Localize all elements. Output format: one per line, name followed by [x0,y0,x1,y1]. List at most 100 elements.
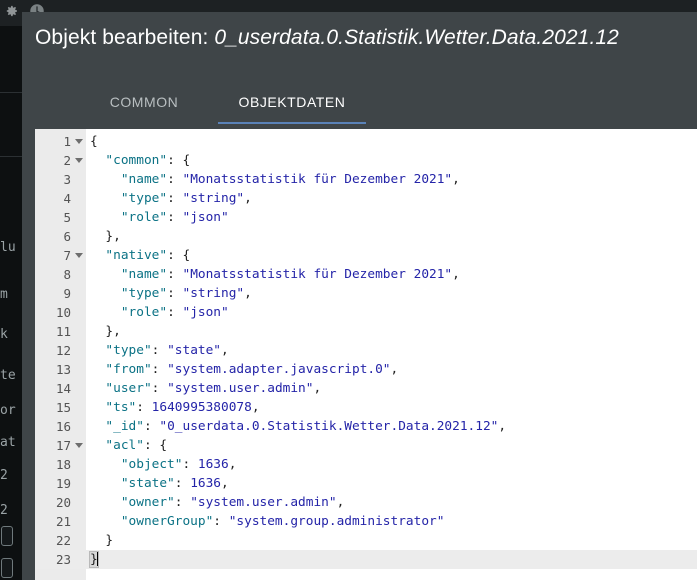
code-line[interactable]: "user": "system.user.admin", [86,379,697,398]
code-line[interactable]: } [86,550,697,569]
tab-objektdaten[interactable]: OBJEKTDATEN [218,84,366,124]
code-token-punct: : [167,267,183,282]
code-token-punct: : { [167,248,191,263]
code-line[interactable]: }, [86,322,697,341]
gutter-line-number: 15 [55,400,71,415]
code-token-str: "system.user.admin" [190,495,337,510]
gutter-line-number: 20 [55,495,71,510]
code-token-str: "Monatsstatistik für Dezember 2021" [182,172,453,187]
code-line[interactable]: "name": "Monatsstatistik für Dezember 20… [86,170,697,189]
bg-side-label: m [0,288,8,302]
code-token-punct: : [182,457,198,472]
code-line[interactable]: "ts": 1640995380078, [86,398,697,417]
code-token-str: "json" [182,305,229,320]
code-token-punct: : { [143,438,168,453]
code-line[interactable]: "owner": "system.user.admin", [86,493,697,512]
code-token-punct: : [167,286,183,301]
code-line[interactable]: "type": "string", [86,284,697,303]
json-code-editor[interactable]: 1 2 3 4 5 6 7 8 9 10 11 12 13 14 15 16 17 18 19 20 21 22 23 { … [35,129,697,580]
code-token-str: "json" [182,210,229,225]
code-line[interactable]: "from": "system.adapter.javascript.0", [86,360,697,379]
fold-triangle-icon[interactable] [75,139,83,144]
code-line[interactable]: "role": "json" [86,303,697,322]
code-token-punct: : [151,343,168,358]
gutter-line-number: 8 [63,267,71,282]
code-token-key: "ts" [105,400,137,415]
editor-code-area[interactable]: { "common": { "name": "Monatsstatistik f… [86,129,697,580]
code-token-key: "state" [120,476,175,491]
code-token-punct: }, [105,229,121,244]
code-token-punct: , [452,172,460,187]
code-token-key: "object" [120,457,183,472]
tab-underline [70,122,218,124]
code-token-str: "string" [182,191,245,206]
code-line[interactable]: "role": "json" [86,208,697,227]
gutter-line-number: 3 [63,172,71,187]
gutter-line-number: 21 [55,514,71,529]
code-token-num: 1636 [197,457,229,472]
code-line[interactable]: "acl": { [86,436,697,455]
text-caret [96,552,98,566]
code-token-punct: : [213,514,229,529]
editor-gutter[interactable]: 1 2 3 4 5 6 7 8 9 10 11 12 13 14 15 16 17 18 19 20 21 22 23 [35,129,86,580]
code-line[interactable]: "object": 1636, [86,455,697,474]
code-token-key: "owner" [120,495,175,510]
code-line[interactable]: "ownerGroup": "system.group.administrato… [86,512,697,531]
fold-triangle-icon[interactable] [75,253,83,258]
code-token-punct: , [228,457,237,472]
bg-side-label: lu [0,241,16,255]
bg-side-label: k [0,328,8,342]
tab-common[interactable]: COMMON [70,84,218,124]
code-token-punct: { [90,134,98,149]
gutter-line-number: 7 [35,246,86,265]
code-line[interactable]: "common": { [86,151,697,170]
code-token-punct: , [336,495,345,510]
edit-object-dialog: Objekt bearbeiten: 0_userdata.0.Statisti… [22,12,697,580]
bg-side-label: or [0,404,16,418]
code-line[interactable]: "native": { [86,246,697,265]
fold-triangle-icon[interactable] [75,443,83,448]
gutter-line-number: 9 [63,286,71,301]
code-token-punct: , [244,286,252,301]
tab-common-label: COMMON [109,94,179,110]
gear-icon [6,5,18,17]
code-token-key: "common" [105,153,168,168]
code-line[interactable]: }, [86,227,697,246]
gutter-line-number: 17 [35,436,86,455]
fold-triangle-icon[interactable] [75,158,83,163]
tab-underline-active [218,122,366,124]
code-line[interactable]: { [86,132,697,151]
code-line[interactable]: "type": "string", [86,189,697,208]
code-token-str: "Monatsstatistik für Dezember 2021" [182,267,453,282]
code-line[interactable]: "type": "state", [86,341,697,360]
code-token-key: "ownerGroup" [120,514,214,529]
code-line[interactable]: "name": "Monatsstatistik für Dezember 20… [86,265,697,284]
code-token-punct: }, [105,324,121,339]
bg-side-label: at [0,436,16,450]
code-token-punct: : { [167,153,191,168]
code-token-punct: : [151,362,168,377]
tab-objektdaten-label: OBJEKTDATEN [238,94,346,110]
gutter-line-number: 10 [55,305,71,320]
code-line[interactable]: } [86,531,697,550]
code-token-punct: , [313,381,322,396]
code-line[interactable]: "state": 1636, [86,474,697,493]
bg-side-chip [1,558,13,578]
dialog-title-prefix: Objekt bearbeiten: [35,26,215,49]
code-token-key: "type" [120,286,168,301]
code-token-key: "acl" [105,438,144,453]
code-line[interactable]: "_id": "0_userdata.0.Statistik.Wetter.Da… [86,417,697,436]
code-token-key: "native" [105,248,168,263]
code-token-key: "name" [120,172,168,187]
dialog-object-id: 0_userdata.0.Statistik.Wetter.Data.2021.… [214,26,619,49]
